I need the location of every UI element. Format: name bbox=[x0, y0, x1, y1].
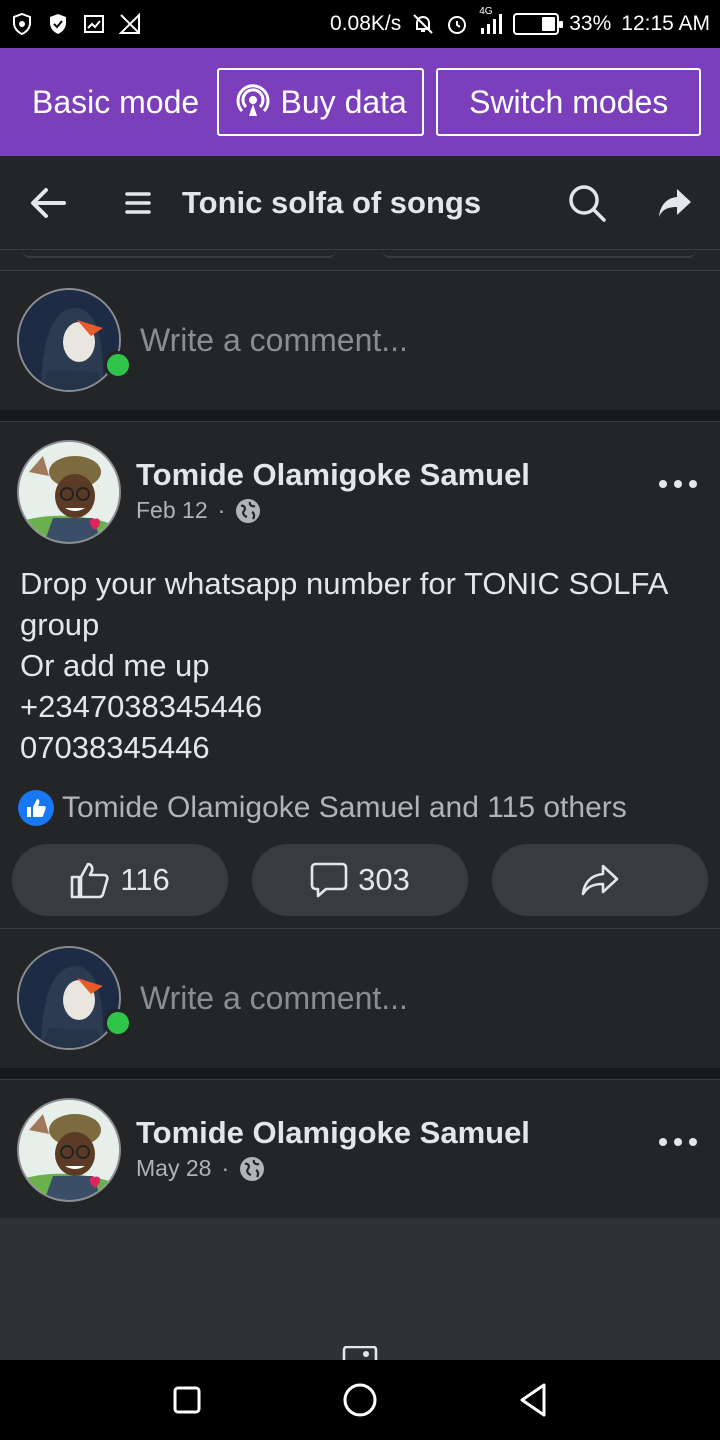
home-button[interactable] bbox=[335, 1375, 385, 1425]
buy-data-button[interactable]: Buy data bbox=[217, 68, 425, 136]
share-icon bbox=[659, 189, 691, 217]
divider bbox=[0, 270, 720, 271]
divider bbox=[0, 928, 720, 929]
buy-data-label: Buy data bbox=[280, 83, 407, 120]
reactions-summary[interactable]: Tomide Olamigoke Samuel and 115 others bbox=[18, 790, 627, 826]
menu-icon bbox=[125, 191, 151, 214]
post-more-button[interactable] bbox=[652, 1122, 704, 1162]
mute-icon bbox=[413, 14, 433, 34]
like-count: 116 bbox=[120, 862, 170, 897]
post-meta: May 28 · bbox=[136, 1155, 265, 1182]
comment-button[interactable]: 303 bbox=[252, 844, 468, 916]
comment-box[interactable]: Write a comment... bbox=[0, 938, 720, 1058]
post-date[interactable]: May 28 bbox=[136, 1155, 211, 1182]
like-reaction-icon bbox=[18, 790, 54, 826]
share-page-button[interactable] bbox=[648, 176, 702, 230]
cast-icon bbox=[84, 15, 104, 33]
meta-separator: · bbox=[221, 1155, 230, 1181]
post-meta: Feb 12 · bbox=[136, 497, 261, 524]
memoji-avatar-icon bbox=[19, 442, 119, 542]
avatar bbox=[17, 946, 121, 1050]
hooded-user-icon bbox=[19, 290, 119, 390]
switch-modes-label: Switch modes bbox=[469, 83, 669, 120]
shield-icon bbox=[13, 12, 31, 36]
system-nav-bar bbox=[0, 1360, 720, 1440]
broadcast-icon bbox=[236, 84, 269, 116]
recents-square-icon bbox=[173, 1386, 201, 1414]
like-button[interactable]: 116 bbox=[12, 844, 228, 916]
globe-icon bbox=[240, 1156, 265, 1181]
post-author-name[interactable]: Tomide Olamigoke Samuel bbox=[136, 457, 530, 493]
reactions-text: Tomide Olamigoke Samuel and 115 others bbox=[62, 791, 627, 824]
battery-percent: 33% bbox=[569, 12, 612, 35]
globe-icon bbox=[236, 498, 261, 523]
avatar bbox=[17, 288, 121, 392]
switch-modes-button[interactable]: Switch modes bbox=[436, 68, 702, 136]
network-type: 4G bbox=[479, 6, 493, 17]
shield-check-icon bbox=[50, 14, 66, 34]
comment-input-placeholder[interactable]: Write a comment... bbox=[140, 322, 408, 359]
share-button[interactable] bbox=[492, 844, 708, 916]
status-bar-right: 0.08K/s 4G 33% 12:15 AM bbox=[330, 6, 710, 36]
post-more-button[interactable] bbox=[652, 464, 704, 504]
more-options-icon bbox=[659, 1138, 697, 1146]
author-avatar[interactable] bbox=[17, 1098, 121, 1202]
back-arrow-icon bbox=[31, 187, 66, 218]
author-avatar[interactable] bbox=[17, 440, 121, 544]
no-signal-icon bbox=[118, 12, 140, 34]
meta-separator: · bbox=[217, 497, 226, 523]
system-back-button[interactable] bbox=[508, 1375, 558, 1425]
net-speed: 0.08K/s bbox=[330, 12, 402, 35]
home-circle-icon bbox=[343, 1383, 377, 1417]
signal-indicator: 4G bbox=[479, 6, 503, 36]
recents-button[interactable] bbox=[162, 1375, 212, 1425]
back-triangle-icon bbox=[520, 1383, 546, 1417]
post-media-loading bbox=[0, 1218, 720, 1362]
online-status-dot bbox=[104, 1009, 132, 1037]
status-bar: 0.08K/s 4G 33% 12:15 AM bbox=[0, 0, 720, 48]
clock: 12:15 AM bbox=[621, 12, 710, 35]
comment-box[interactable]: Write a comment... bbox=[0, 280, 720, 400]
post-author-name[interactable]: Tomide Olamigoke Samuel bbox=[136, 1115, 530, 1151]
basic-mode-bar: Basic mode Buy data Switch modes bbox=[0, 48, 720, 156]
back-button[interactable] bbox=[18, 173, 78, 233]
share-arrow-icon bbox=[581, 864, 619, 896]
alarm-icon bbox=[448, 16, 467, 34]
battery-fill bbox=[542, 17, 556, 31]
search-icon bbox=[569, 185, 606, 222]
memoji-avatar-icon bbox=[19, 1100, 119, 1200]
post-separator bbox=[0, 410, 720, 422]
post-text: Drop your whatsapp number for TONIC SOLF… bbox=[20, 566, 667, 765]
comment-bubble-icon bbox=[310, 862, 348, 898]
basic-mode-label: Basic mode bbox=[32, 83, 200, 120]
status-bar-left bbox=[10, 12, 142, 36]
menu-button[interactable] bbox=[118, 183, 158, 223]
more-options-icon bbox=[659, 480, 697, 488]
app-header: Tonic solfa of songs bbox=[0, 156, 720, 250]
comment-input-placeholder[interactable]: Write a comment... bbox=[140, 980, 408, 1017]
post-date[interactable]: Feb 12 bbox=[136, 497, 208, 524]
scrolled-edge-left bbox=[22, 250, 336, 258]
online-status-dot bbox=[104, 351, 132, 379]
page-title: Tonic solfa of songs bbox=[182, 184, 482, 220]
post-separator bbox=[0, 1068, 720, 1080]
comment-count: 303 bbox=[358, 862, 410, 897]
hooded-user-icon bbox=[19, 948, 119, 1048]
search-button[interactable] bbox=[560, 176, 614, 230]
scrolled-edge-right bbox=[382, 250, 696, 258]
battery-icon bbox=[513, 13, 564, 35]
thumbs-up-icon bbox=[70, 862, 109, 899]
